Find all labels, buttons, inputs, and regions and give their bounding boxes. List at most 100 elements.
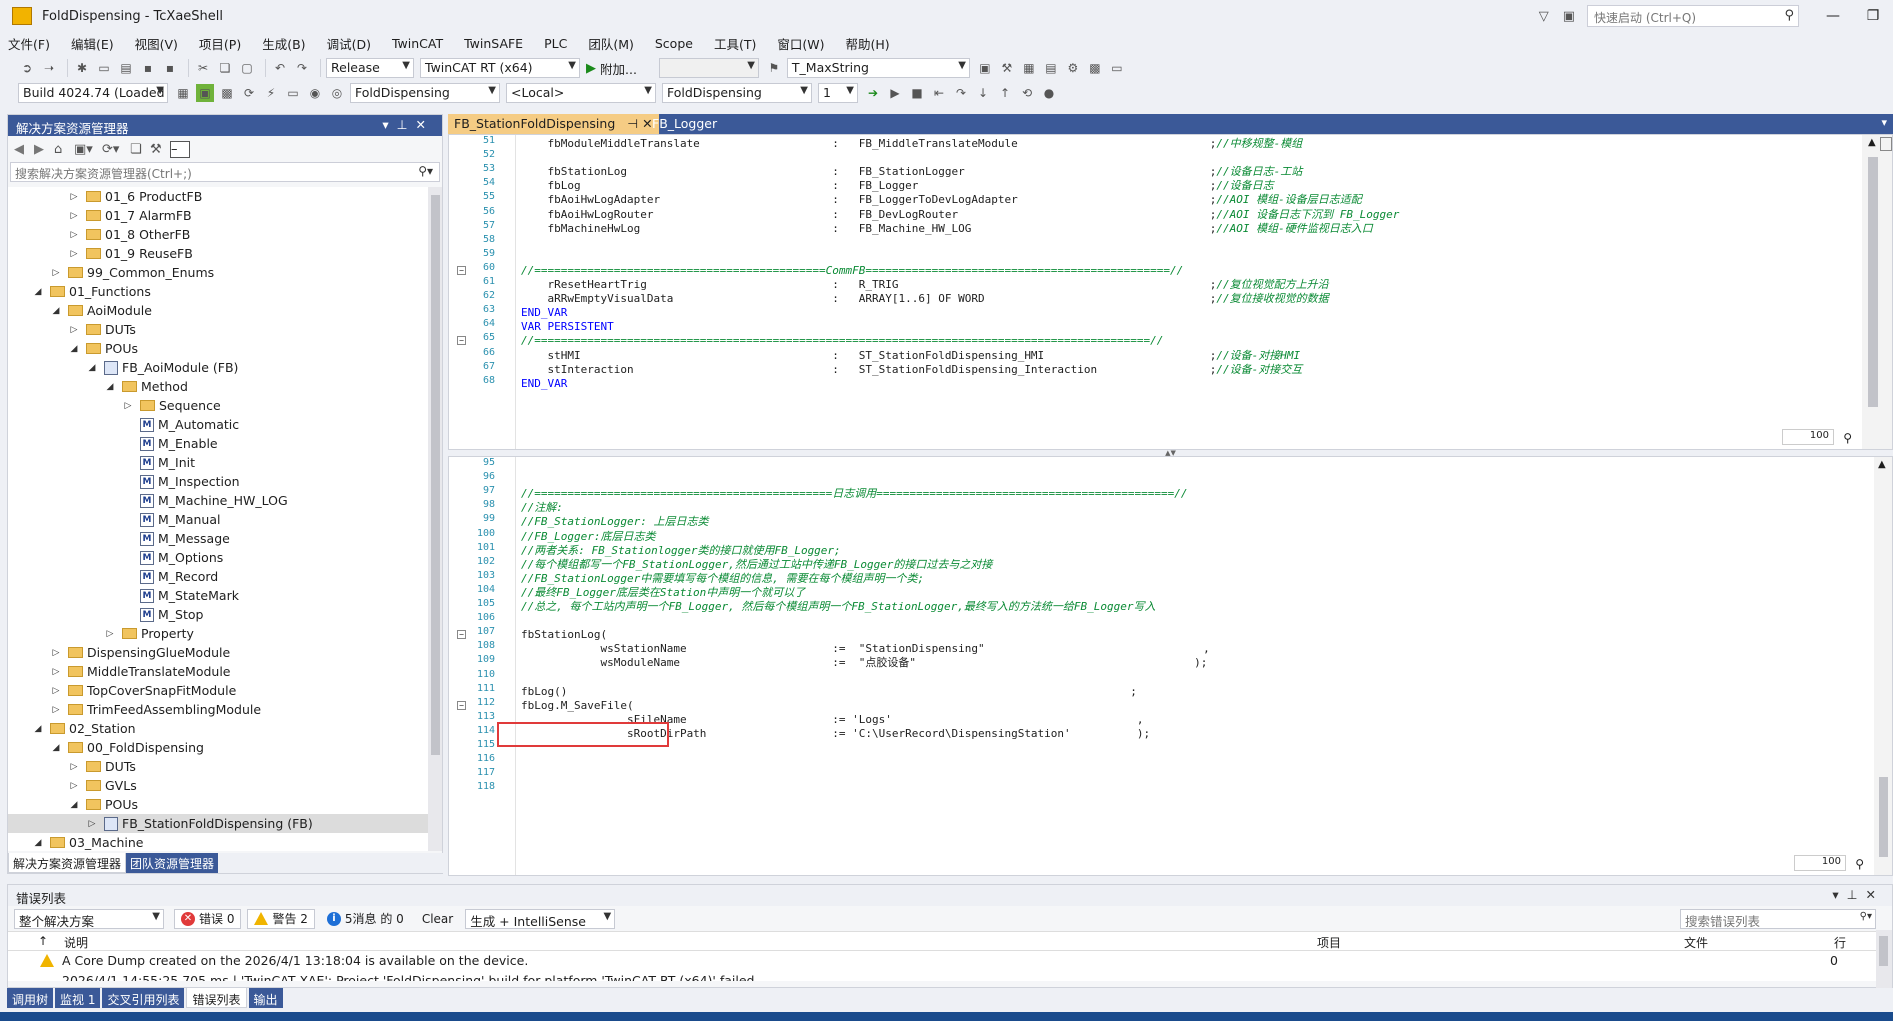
messages-filter-button[interactable]: i 5消息 的 0 [321, 909, 410, 929]
quick-launch-input[interactable]: 快速启动 (Ctrl+Q) ⚲ [1587, 5, 1799, 27]
tab-error-list[interactable]: 错误列表 [186, 988, 247, 1008]
cut-icon[interactable]: ✂ [194, 59, 212, 77]
panel-controls[interactable]: ▾⊥✕ [1832, 887, 1884, 902]
menu-window[interactable]: 窗口(W) [777, 34, 824, 53]
tree-node[interactable]: ▷ DUTs [8, 320, 428, 339]
declaration-editor[interactable]: 51 52 53 54 55 56 57 58 59 60−61 62 63 64 65−66 67 68 f… [448, 134, 1893, 450]
collapsed-arrow-icon[interactable]: ▷ [50, 648, 62, 658]
tree-node[interactable]: ▷ DispensingGlueModule [8, 643, 428, 662]
new-project-icon[interactable]: ✱ [73, 59, 91, 77]
switch-views-icon[interactable]: ▣▾ [74, 142, 102, 157]
tree-node[interactable]: ◢ 00_FoldDispensing [8, 738, 428, 757]
breakpoint-icon[interactable]: ● [1040, 84, 1058, 102]
split-icon[interactable] [1880, 137, 1892, 151]
add-item-icon[interactable]: ▭ [95, 59, 113, 77]
chevron-up-icon[interactable]: ▲ [1878, 459, 1886, 470]
decl-code[interactable]: fbModuleMiddleTranslate : FB_MiddleTrans… [521, 135, 1892, 449]
tree-node[interactable]: ▷ GVLs [8, 776, 428, 795]
collapsed-arrow-icon[interactable]: ▷ [68, 762, 80, 772]
chevron-up-icon[interactable]: ▲ [1868, 137, 1876, 148]
collapsed-arrow-icon[interactable]: ▷ [122, 401, 134, 411]
tree-node[interactable]: ▷ Sequence [8, 396, 428, 415]
plc-project-combo[interactable]: FoldDispensing ▼ [662, 83, 812, 103]
collapse-all-icon[interactable]: ❏ [130, 142, 150, 157]
collapsed-arrow-icon[interactable]: ▷ [68, 230, 80, 240]
feedback-icon[interactable]: ▣ [1563, 9, 1575, 24]
menu-build[interactable]: 生成(B) [262, 34, 305, 53]
logout-icon[interactable]: ⇤ [930, 84, 948, 102]
tree-node[interactable]: ◢ POUs [8, 795, 428, 814]
error-search-input[interactable]: 搜索错误列表 ⚲▾ [1680, 908, 1876, 929]
tree-node[interactable]: ◢ 01_Functions [8, 282, 428, 301]
col-description[interactable]: 说明 [64, 934, 88, 951]
collapsed-arrow-icon[interactable]: ▷ [50, 667, 62, 677]
start-plc-icon[interactable]: ▶ [886, 84, 904, 102]
save-icon[interactable]: ▪ [139, 59, 157, 77]
device-icon[interactable]: ▤ [1042, 59, 1060, 77]
tree-node[interactable]: ▷ TopCoverSnapFitModule [8, 681, 428, 700]
tree-node[interactable]: M M_Machine_HW_LOG [8, 491, 428, 510]
panel-controls[interactable]: ▾⊥✕ [382, 117, 434, 132]
collapsed-arrow-icon[interactable]: ▷ [68, 211, 80, 221]
errors-filter-button[interactable]: ✕ 错误 0 [174, 908, 242, 929]
menu-view[interactable]: 视图(V) [135, 34, 178, 53]
activate-config-icon[interactable]: ▦ [174, 84, 192, 102]
collapsed-arrow-icon[interactable]: ▷ [50, 268, 62, 278]
wrench-icon[interactable]: ⚒ [998, 59, 1016, 77]
collapsed-arrow-icon[interactable]: ▷ [50, 705, 62, 715]
build-source-combo[interactable]: 生成 + IntelliSense ▼ [465, 908, 616, 929]
menu-file[interactable]: 文件(F) [8, 34, 50, 53]
build-version-combo[interactable]: Build 4024.74 (Loaded ▼ [18, 83, 168, 103]
tab-watch-1[interactable]: 监视 1 [55, 988, 101, 1008]
properties-icon[interactable]: ⚒ [150, 142, 170, 157]
tree-node[interactable]: ▷ MiddleTranslateModule [8, 662, 428, 681]
solution-explorer-search[interactable]: 搜索解决方案资源管理器(Ctrl+;) ⚲▾ [10, 162, 440, 182]
tree-node[interactable]: ◢ Method [8, 377, 428, 396]
sort-icon[interactable]: ↑ [38, 934, 48, 948]
tree-node[interactable]: ▷ DUTs [8, 757, 428, 776]
collapse-region-icon[interactable]: − [457, 336, 466, 346]
col-project[interactable]: 项目 [1317, 934, 1341, 951]
tree-node[interactable]: ▷ FB_StationFoldDispensing (FB) [8, 814, 428, 833]
tab-call-tree[interactable]: 调用树 [7, 988, 54, 1008]
code-line[interactable]: fbMachineHwLog : FB_Machine_HW_LOG ;//AO… [521, 220, 1372, 237]
config-mode-icon[interactable]: ▩ [218, 84, 236, 102]
tab-cross-reference[interactable]: 交叉引用列表 [102, 988, 185, 1008]
expanded-arrow-icon[interactable]: ◢ [32, 287, 44, 297]
pending-changes-icon[interactable]: ⟳▾ [102, 142, 130, 157]
collapse-region-icon[interactable]: − [457, 700, 466, 710]
collapsed-arrow-icon[interactable]: ▷ [68, 192, 80, 202]
tree-node[interactable]: M M_Init [8, 453, 428, 472]
collapsed-arrow-icon[interactable]: ▷ [68, 781, 80, 791]
code-line[interactable]: aRRwEmptyVisualData : ARRAY[1..6] OF WOR… [521, 290, 1328, 307]
restore-button[interactable]: ❐ [1853, 8, 1893, 24]
find-combo[interactable]: T_MaxString ▼ [786, 58, 970, 78]
tab-fb-station-fold-dispensing[interactable]: FB_StationFoldDispensing ⊣ ✕ [448, 114, 659, 134]
decl-scrollbar[interactable]: ▲ [1862, 135, 1892, 449]
tree-node[interactable]: ◢ POUs [8, 339, 428, 358]
login-icon[interactable]: ➔ [864, 84, 882, 102]
home-icon[interactable]: ⌂ [54, 142, 74, 157]
code-line[interactable]: fbModuleMiddleTranslate : FB_MiddleTrans… [521, 135, 1302, 152]
collapsed-arrow-icon[interactable]: ▷ [50, 686, 62, 696]
attach-button[interactable]: 附加... [600, 59, 637, 78]
collapsed-arrow-icon[interactable]: ▷ [68, 249, 80, 259]
tree-node[interactable]: M M_Stop [8, 605, 428, 624]
back-icon[interactable]: ◀ [14, 142, 34, 157]
step-out-icon[interactable]: ↑ [996, 84, 1014, 102]
tree-node[interactable]: ◢ FB_AoiModule (FB) [8, 358, 428, 377]
minimize-button[interactable]: — [1813, 8, 1853, 24]
collapsed-arrow-icon[interactable]: ▷ [86, 819, 98, 829]
menu-debug[interactable]: 调试(D) [327, 34, 371, 53]
find-in-files-icon[interactable]: ⚑ [765, 59, 783, 77]
empty-combo[interactable]: ▼ [658, 58, 759, 78]
collapse-region-icon[interactable]: − [457, 265, 466, 275]
col-line[interactable]: 行 [1834, 934, 1846, 951]
tree-node[interactable]: M M_Message [8, 529, 428, 548]
tab-overflow-icon[interactable]: ▾ [1881, 116, 1887, 129]
collapsed-arrow-icon[interactable]: ▷ [104, 629, 116, 639]
implementation-editor[interactable]: 95 96 97 98 99 100 101 102 103 104 105 106 107−108 10… [448, 456, 1893, 876]
tree-node[interactable]: M M_Options [8, 548, 428, 567]
tree-node[interactable]: ▷ 01_7 AlarmFB [8, 206, 428, 225]
tree-node[interactable]: M M_StateMark [8, 586, 428, 605]
